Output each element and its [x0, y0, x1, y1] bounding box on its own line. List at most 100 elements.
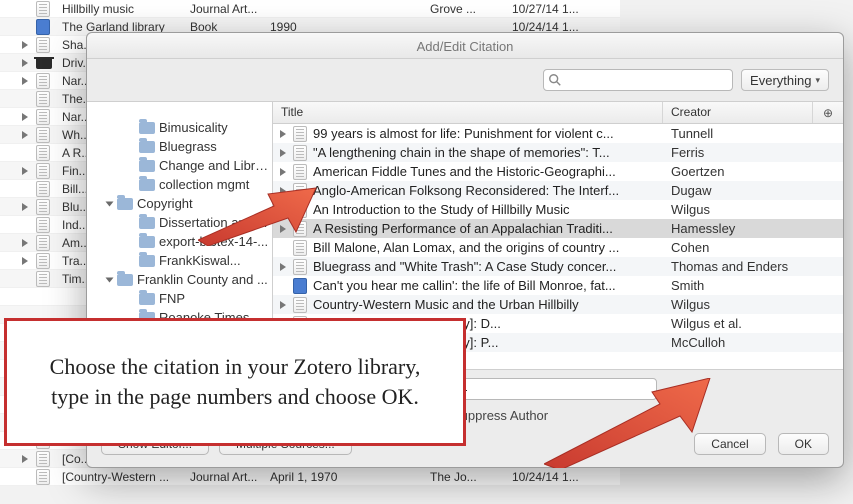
collection-item[interactable]: Bluegrass: [87, 137, 272, 156]
citation-item[interactable]: American Fiddle Tunes and the Historic-G…: [273, 162, 843, 181]
item-title: Anglo-American Folksong Reconsidered: Th…: [313, 183, 619, 198]
folder-icon: [139, 293, 155, 305]
item-creator: Cohen: [663, 240, 843, 255]
folder-icon: [139, 255, 155, 267]
instruction-text: Choose the citation in your Zotero libra…: [31, 352, 439, 411]
item-title: A Resisting Performance of an Appalachia…: [313, 221, 613, 236]
document-icon: [36, 451, 50, 467]
collection-label: Franklin County and ...: [137, 272, 272, 287]
item-creator: Ferris: [663, 145, 843, 160]
item-title: Can't you hear me callin': the life of B…: [313, 278, 616, 293]
citation-item[interactable]: An Introduction to the Study of Hillbill…: [273, 200, 843, 219]
document-icon: [36, 469, 50, 485]
collection-item[interactable]: Franklin County and ...: [87, 270, 272, 289]
book-icon: [293, 278, 307, 294]
folder-icon: [139, 160, 155, 172]
document-icon: [36, 145, 50, 161]
disclosure-triangle-icon[interactable]: [22, 113, 28, 121]
citation-item[interactable]: Can't you hear me callin': the life of B…: [273, 276, 843, 295]
bg-title: Hillbilly music: [58, 2, 186, 16]
folder-icon: [139, 217, 155, 229]
disclosure-triangle-icon[interactable]: [279, 301, 287, 309]
dialog-title: Add/Edit Citation: [87, 33, 843, 59]
item-creator: Tunnell: [663, 126, 843, 141]
column-picker-icon[interactable]: ⊕: [813, 102, 843, 123]
document-icon: [36, 127, 50, 143]
bg-title: [Country-Western ...: [58, 470, 186, 484]
disclosure-triangle-icon[interactable]: [279, 168, 287, 176]
disclosure-triangle-icon[interactable]: [22, 77, 28, 85]
disclosure-triangle-icon[interactable]: [22, 131, 28, 139]
disclosure-triangle-icon[interactable]: [22, 455, 28, 463]
folder-icon: [117, 198, 133, 210]
citation-item[interactable]: 99 years is almost for life: Punishment …: [273, 124, 843, 143]
collection-label: Bimusicality: [159, 120, 272, 135]
document-icon: [36, 1, 50, 17]
citation-item[interactable]: Country-Western Music and the Urban Hill…: [273, 295, 843, 314]
disclosure-triangle-icon[interactable]: [22, 41, 28, 49]
item-title: Country-Western Music and the Urban Hill…: [313, 297, 579, 312]
disclosure-triangle-icon[interactable]: [22, 167, 28, 175]
document-icon: [36, 181, 50, 197]
item-creator: Goertzen: [663, 164, 843, 179]
item-title: "A lengthening chain in the shape of mem…: [313, 145, 610, 160]
disclosure-triangle-icon[interactable]: [279, 263, 287, 271]
citation-item[interactable]: Bluegrass and "White Trash": A Case Stud…: [273, 257, 843, 276]
collection-label: Bluegrass: [159, 139, 272, 154]
item-creator: Dugaw: [663, 183, 843, 198]
item-title: Bill Malone, Alan Lomax, and the origins…: [313, 240, 619, 255]
disclosure-triangle-icon[interactable]: [105, 276, 113, 284]
disclosure-triangle-icon[interactable]: [22, 59, 28, 67]
document-icon: [36, 271, 50, 287]
disclosure-triangle-icon[interactable]: [22, 203, 28, 211]
collection-item[interactable]: Bimusicality: [87, 118, 272, 137]
ok-button[interactable]: OK: [778, 433, 829, 455]
chevron-down-icon: ▾: [815, 75, 820, 86]
disclosure-triangle-icon[interactable]: [22, 239, 28, 247]
item-creator: Thomas and Enders: [663, 259, 843, 274]
search-scope-dropdown[interactable]: Everything ▾: [741, 69, 829, 91]
item-creator: Wilgus: [663, 297, 843, 312]
disclosure-triangle-icon[interactable]: [279, 130, 287, 138]
search-scope-label: Everything: [750, 73, 811, 88]
item-title: 99 years is almost for life: Punishment …: [313, 126, 614, 141]
folder-icon: [139, 141, 155, 153]
document-icon: [293, 164, 307, 180]
search-icon: [548, 73, 562, 87]
item-creator: Hamessley: [663, 221, 843, 236]
column-title[interactable]: Title: [273, 102, 663, 123]
disclosure-triangle-icon[interactable]: [22, 257, 28, 265]
instruction-callout: Choose the citation in your Zotero libra…: [4, 318, 466, 446]
column-creator[interactable]: Creator: [663, 102, 813, 123]
collection-label: FrankKiswal...: [159, 253, 272, 268]
suppress-author-label: Suppress Author: [452, 408, 548, 423]
citation-item[interactable]: "A lengthening chain in the shape of mem…: [273, 143, 843, 162]
collection-item[interactable]: FrankKiswal...: [87, 251, 272, 270]
citation-item[interactable]: Anglo-American Folksong Reconsidered: Th…: [273, 181, 843, 200]
item-title: Bluegrass and "White Trash": A Case Stud…: [313, 259, 616, 274]
bg-row[interactable]: Hillbilly musicJournal Art...Grove ...10…: [0, 0, 620, 18]
items-header: Title Creator ⊕: [273, 102, 843, 124]
document-icon: [36, 217, 50, 233]
document-icon: [36, 199, 50, 215]
annotation-arrow-to-citation: [198, 186, 318, 246]
collection-label: Change and Libraries: [159, 158, 272, 173]
collection-label: FNP: [159, 291, 272, 306]
document-icon: [293, 259, 307, 275]
collection-item[interactable]: FNP: [87, 289, 272, 308]
collection-item[interactable]: Change and Libraries: [87, 156, 272, 175]
citation-item[interactable]: Bill Malone, Alan Lomax, and the origins…: [273, 238, 843, 257]
item-creator: Smith: [663, 278, 843, 293]
citation-item[interactable]: A Resisting Performance of an Appalachia…: [273, 219, 843, 238]
annotation-arrow-to-page: [544, 378, 714, 468]
search-input[interactable]: [543, 69, 733, 91]
document-icon: [293, 297, 307, 313]
bg-row[interactable]: [Country-Western ...Journal Art...April …: [0, 468, 620, 486]
disclosure-triangle-icon[interactable]: [105, 200, 113, 208]
item-creator: McCulloh: [663, 335, 843, 350]
thesis-icon: [36, 57, 52, 69]
folder-icon: [117, 274, 133, 286]
disclosure-triangle-icon[interactable]: [279, 149, 287, 157]
item-creator: Wilgus: [663, 202, 843, 217]
document-icon: [36, 109, 50, 125]
